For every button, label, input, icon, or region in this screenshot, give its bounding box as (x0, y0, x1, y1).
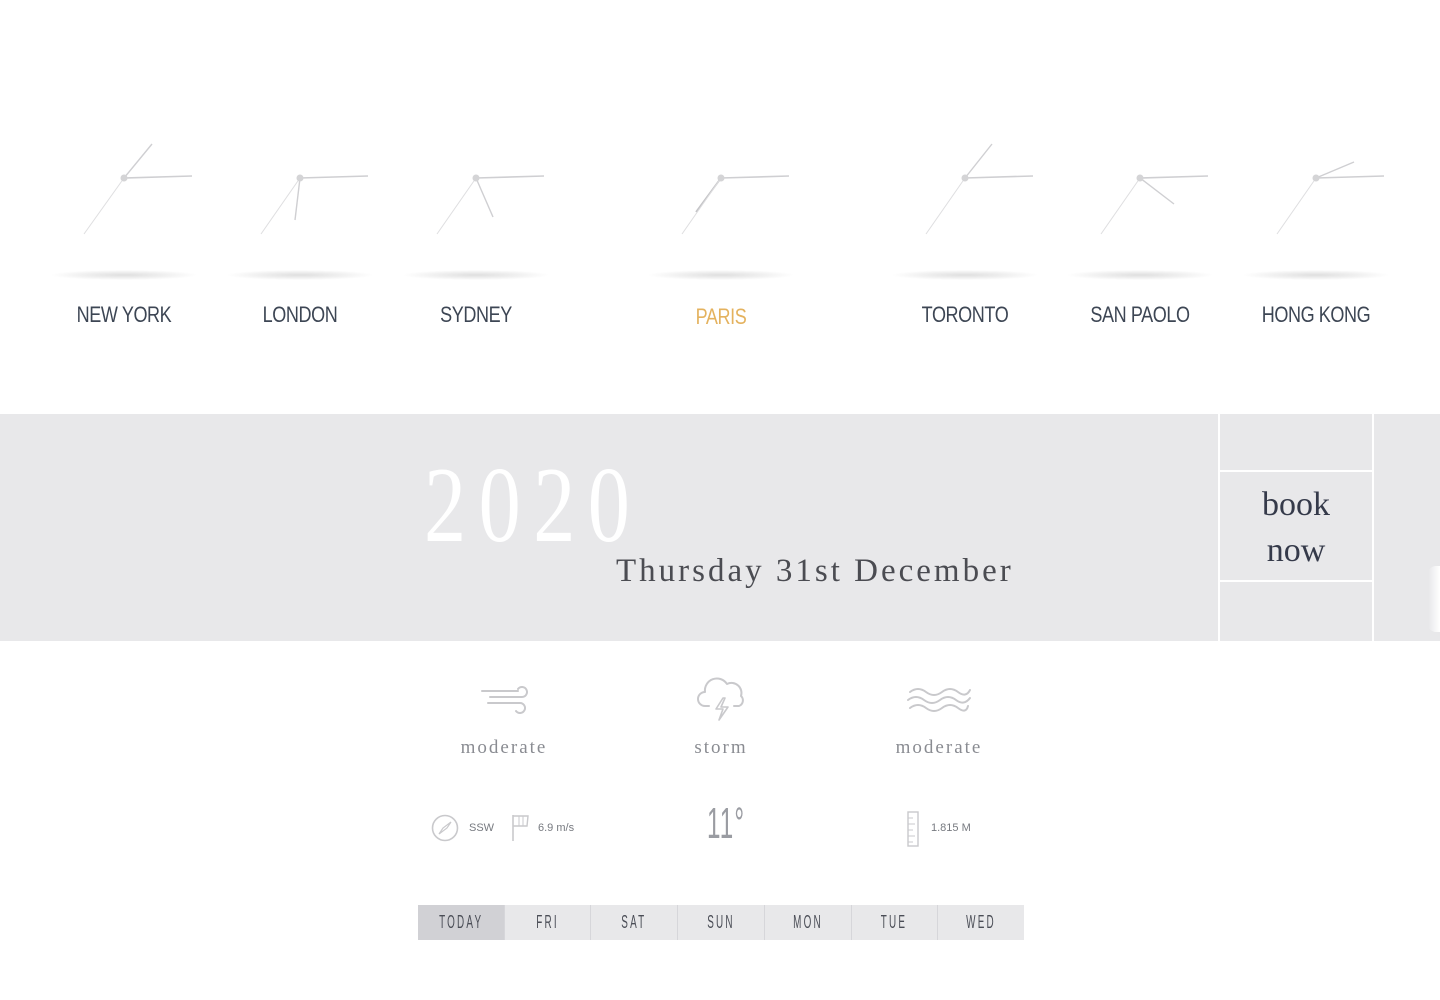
tab-tue[interactable]: TUE (852, 905, 939, 940)
clock-paris[interactable]: PARIS (641, 130, 801, 370)
book-now-frame: book now (1218, 414, 1374, 641)
clock-face-icon (925, 143, 1034, 235)
wind-icon (481, 686, 528, 714)
book-now-label-line1: book (1262, 486, 1330, 523)
wind-speed: 6.9 m/s (538, 822, 575, 834)
waves-icon (907, 688, 971, 712)
clock-city-label: SYDNEY (440, 302, 512, 327)
book-now-button[interactable]: book now (1220, 470, 1372, 582)
tab-label: WED (966, 912, 997, 932)
tab-label: FRI (536, 912, 559, 932)
clock-face-icon (1100, 174, 1209, 235)
clock-shadow (228, 270, 372, 280)
year-display: 2020 (424, 446, 643, 565)
clock-shadow (1068, 270, 1212, 280)
tab-fri[interactable]: FRI (505, 905, 592, 940)
tab-label: MON (792, 912, 823, 932)
wave-height: 1.815 M (931, 822, 971, 834)
tab-sun[interactable]: SUN (678, 905, 765, 940)
side-drawer-handle[interactable] (1428, 566, 1440, 632)
clock-face-icon (83, 143, 193, 235)
clock-london[interactable]: LONDON (220, 130, 380, 370)
clock-city-label: PARIS (695, 304, 747, 329)
clock-san-paolo[interactable]: SAN PAOLO (1060, 130, 1220, 370)
clock-face-icon (1276, 161, 1385, 235)
tab-label: TUE (881, 912, 908, 932)
clock-city-label: LONDON (262, 302, 338, 327)
wind-direction: SSW (469, 822, 495, 834)
tab-wed[interactable]: WED (938, 905, 1024, 940)
windsock-icon (512, 815, 529, 841)
clock-face-icon (681, 174, 790, 235)
clock-face-icon (260, 174, 369, 235)
clock-sydney[interactable]: SYDNEY (396, 130, 556, 370)
clock-new-york[interactable]: NEW YORK (44, 130, 204, 370)
clock-city-label: NEW YORK (76, 302, 172, 327)
wave-strength-label: moderate (895, 737, 983, 758)
clock-toronto[interactable]: TORONTO (885, 130, 1045, 370)
date-display: Thursday 31st December (616, 553, 1014, 589)
clock-hong-kong[interactable]: HONG KONG (1236, 130, 1396, 370)
weather-condition-label: storm (694, 737, 748, 758)
temperature-display: 11° (707, 799, 746, 848)
wind-strength-label: moderate (460, 737, 548, 758)
book-now-label-line2: now (1266, 532, 1326, 569)
clock-shadow (52, 270, 196, 280)
tab-today[interactable]: TODAY (418, 905, 505, 940)
ruler-icon (907, 811, 919, 847)
tab-label: TODAY (438, 912, 483, 932)
clock-city-label: SAN PAOLO (1090, 302, 1190, 327)
clock-shadow (404, 270, 548, 280)
clock-city-label: TORONTO (921, 302, 1009, 327)
tab-sat[interactable]: SAT (591, 905, 679, 940)
clock-face-icon (436, 174, 545, 235)
tab-label: SAT (621, 912, 647, 932)
clock-city-label: HONG KONG (1261, 302, 1371, 327)
compass-icon (431, 814, 459, 842)
forecast-day-tabs: TODAY FRI SAT SUN MON TUE WED (418, 905, 1024, 940)
tab-mon[interactable]: MON (765, 905, 852, 940)
clock-shadow (649, 270, 793, 280)
storm-cloud-icon (697, 677, 744, 721)
clock-shadow (1244, 270, 1388, 280)
tab-label: SUN (707, 912, 735, 932)
clock-shadow (893, 270, 1037, 280)
